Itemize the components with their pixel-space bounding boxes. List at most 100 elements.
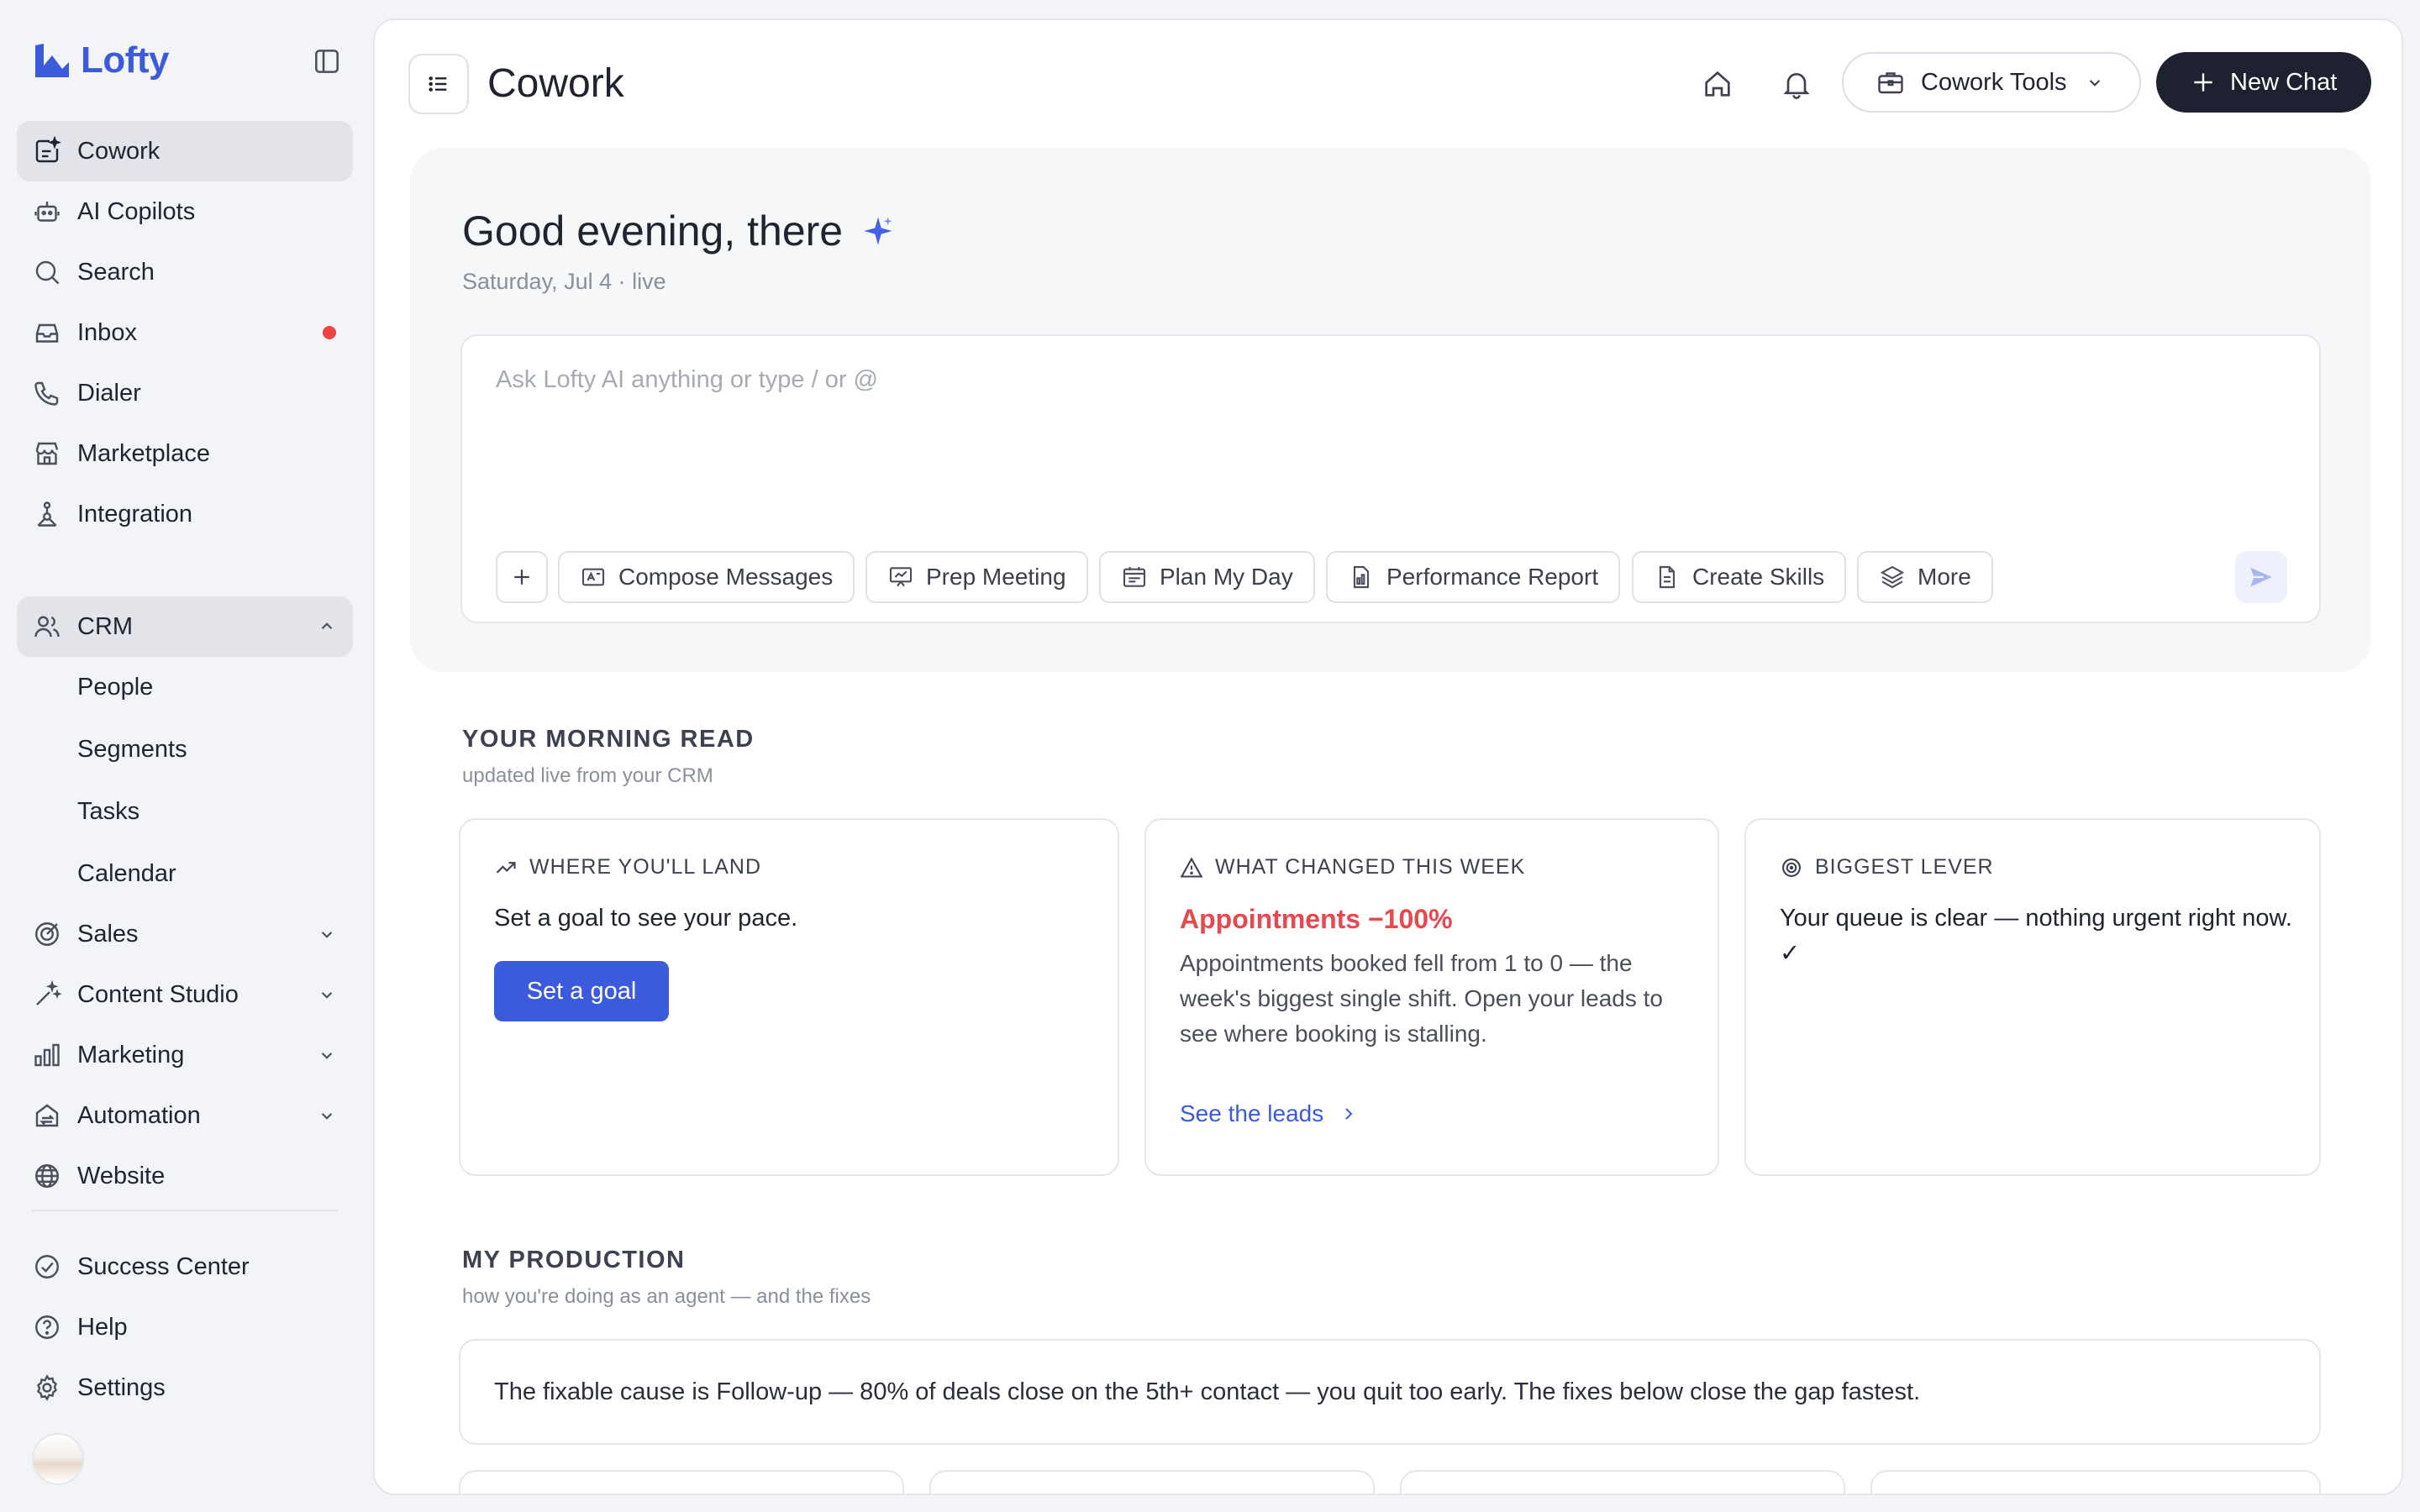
robot-icon (34, 202, 60, 222)
gear-icon (37, 1374, 57, 1401)
briefcase-icon (1878, 72, 1903, 94)
sidebar-item-dialer[interactable]: Dialer (17, 363, 353, 423)
compose-icon (581, 568, 605, 586)
plan-my-day-chip[interactable]: Plan My Day (1099, 551, 1315, 603)
sidebar-group-content-studio[interactable]: Content Studio (17, 964, 353, 1025)
inbox-icon (35, 323, 59, 343)
sidebar-item-label: Integration (77, 500, 193, 528)
sidebar-subitem-people[interactable]: People (77, 666, 153, 708)
greeting-text: Good evening, there (462, 207, 844, 255)
chevron-down-icon (321, 992, 333, 999)
cowork-icon (35, 136, 62, 163)
menu-button[interactable] (408, 54, 469, 114)
brand-name: Lofty (81, 39, 170, 81)
bar-chart-icon (34, 1043, 60, 1067)
cowork-tools-button[interactable]: Cowork Tools (1842, 52, 2141, 113)
globe-icon (35, 1164, 59, 1188)
sidebar-subitem-calendar[interactable]: Calendar (77, 853, 176, 895)
chip-label: Plan My Day (1160, 564, 1293, 590)
sidebar-group-sales[interactable]: Sales (17, 904, 353, 964)
sidebar-item-label: Website (77, 1162, 166, 1189)
greeting: Good evening, there (462, 207, 895, 255)
create-skills-chip[interactable]: Create Skills (1632, 551, 1847, 603)
brand-logo[interactable]: Lofty (32, 37, 170, 84)
set-goal-button[interactable]: Set a goal (494, 961, 669, 1021)
see-leads-link[interactable]: See the leads (1180, 1100, 1359, 1127)
more-chip[interactable]: More (1857, 551, 1993, 603)
send-button[interactable] (2235, 551, 2287, 603)
main-panel: Cowork Cowork Tools New Chat Good evenin… (373, 18, 2403, 1495)
unread-badge (323, 326, 336, 339)
performance-report-chip[interactable]: Performance Report (1326, 551, 1621, 603)
sidebar-divider (32, 1210, 338, 1211)
sidebar-item-label: Sales (77, 920, 139, 948)
target-dollar-icon (35, 922, 59, 946)
production-card (1870, 1470, 2321, 1494)
people-icon (34, 616, 60, 638)
sidebar-item-help[interactable]: Help (17, 1297, 353, 1357)
send-icon (2250, 567, 2272, 587)
sidebar-item-website[interactable]: Website (17, 1146, 353, 1206)
check-circle-icon (35, 1255, 59, 1278)
sidebar-item-label: AI Copilots (77, 197, 196, 225)
chevron-down-icon (321, 932, 333, 938)
avatar[interactable] (32, 1433, 84, 1485)
bell-icon[interactable] (1780, 67, 1813, 101)
sidebar-item-search[interactable]: Search (17, 242, 353, 302)
chevron-right-icon (1345, 1108, 1353, 1120)
production-card (1400, 1470, 1845, 1494)
chip-label: Create Skills (1692, 564, 1825, 590)
card-heading-text: WHAT CHANGED THIS WEEK (1215, 855, 1526, 879)
card-heading: WHAT CHANGED THIS WEEK (1180, 855, 1525, 879)
attach-button[interactable] (496, 551, 548, 603)
target-icon (1782, 858, 1801, 877)
sidebar-item-success-center[interactable]: Success Center (17, 1236, 353, 1297)
automation-icon (35, 1104, 59, 1127)
sidebar-item-label: Marketing (77, 1041, 185, 1068)
sidebar-item-label: Dialer (77, 379, 141, 407)
chip-label: Compose Messages (618, 564, 834, 590)
lofty-logo-icon (35, 44, 69, 77)
home-icon[interactable] (1701, 67, 1734, 101)
sidebar-item-label: Cowork (77, 137, 160, 165)
sidebar-group-automation[interactable]: Automation (17, 1085, 353, 1146)
sidebar-item-ai-copilots[interactable]: AI Copilots (17, 181, 353, 242)
sidebar-group-crm[interactable]: CRM (17, 596, 353, 657)
report-icon (1353, 565, 1370, 589)
store-icon (35, 442, 59, 465)
production-card (929, 1470, 1375, 1494)
chat-input[interactable] (496, 366, 2260, 394)
sidebar-item-marketplace[interactable]: Marketplace (17, 423, 353, 484)
search-icon (35, 260, 60, 285)
biggest-lever-card: BIGGEST LEVER Your queue is clear — noth… (1744, 818, 2321, 1176)
layers-icon (1880, 565, 1905, 589)
sidebar-subitem-segments[interactable]: Segments (77, 728, 187, 770)
card-text: Set a goal to see your pace. (494, 905, 798, 932)
phone-icon (34, 381, 59, 406)
presentation-icon (889, 567, 913, 587)
hero-section: Good evening, there Saturday, Jul 4 · li… (410, 148, 2371, 672)
card-heading-text: WHERE YOU'LL LAND (529, 855, 762, 879)
production-title: MY PRODUCTION (462, 1247, 686, 1273)
alert-text: Appointments booked fell from 1 to 0 — t… (1180, 950, 1663, 1047)
compose-messages-chip[interactable]: Compose Messages (558, 551, 855, 603)
see-leads-label: See the leads (1180, 1100, 1324, 1126)
sidebar-subitem-tasks[interactable]: Tasks (77, 790, 139, 832)
chip-label: More (1918, 564, 1971, 590)
morning-read-title: YOUR MORNING READ (462, 726, 755, 753)
sidebar-item-settings[interactable]: Settings (17, 1357, 353, 1418)
sidebar-item-inbox[interactable]: Inbox (17, 302, 353, 363)
production-card (459, 1470, 904, 1494)
chevron-up-icon (321, 622, 333, 629)
plus-icon (2194, 73, 2212, 92)
sidebar-item-integration[interactable]: Integration (17, 484, 353, 544)
prep-meeting-chip[interactable]: Prep Meeting (865, 551, 1088, 603)
sidebar-item-label: Content Studio (77, 980, 239, 1008)
cowork-tools-label: Cowork Tools (1921, 68, 2067, 96)
collapse-sidebar-icon[interactable] (311, 45, 343, 77)
sidebar-item-cowork[interactable]: Cowork (17, 121, 353, 181)
new-chat-button[interactable]: New Chat (2156, 52, 2371, 113)
sidebar-group-marketing[interactable]: Marketing (17, 1025, 353, 1085)
integration-icon (37, 501, 57, 527)
production-summary: The fixable cause is Follow-up — 80% of … (459, 1339, 2321, 1445)
